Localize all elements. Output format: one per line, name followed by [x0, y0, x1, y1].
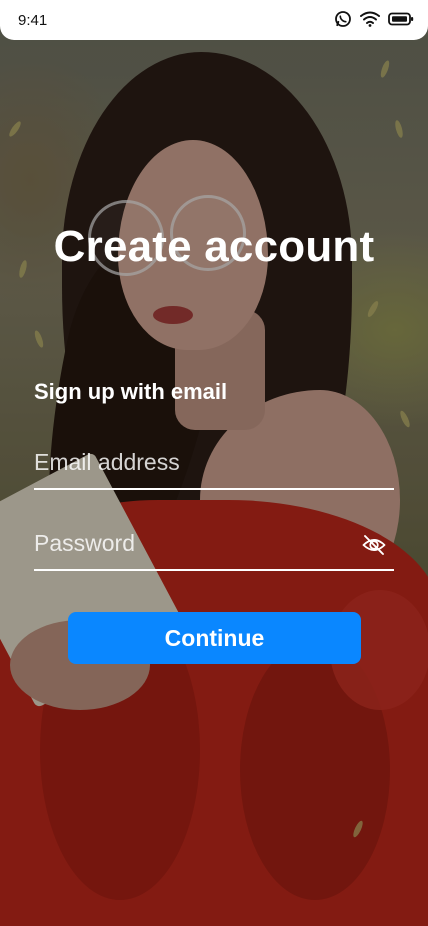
status-icons — [334, 10, 414, 28]
status-bar: 9:41 — [0, 0, 428, 40]
battery-icon — [388, 12, 414, 26]
email-field — [34, 442, 394, 490]
password-field — [34, 523, 394, 571]
continue-button[interactable]: Continue — [68, 612, 361, 664]
password-input[interactable] — [34, 523, 334, 563]
signup-screen: 9:41 Create account Sign up with email E… — [0, 0, 428, 926]
whatsapp-icon — [334, 10, 352, 28]
signup-form: Create account Sign up with email Contin… — [0, 0, 428, 926]
wifi-icon — [360, 11, 380, 27]
page-title: Create account — [53, 222, 375, 271]
form-subtitle: Sign up with email — [34, 379, 228, 404]
email-input[interactable] — [34, 442, 334, 482]
status-time: 9:41 — [18, 12, 48, 29]
eye-off-icon[interactable] — [360, 531, 388, 559]
